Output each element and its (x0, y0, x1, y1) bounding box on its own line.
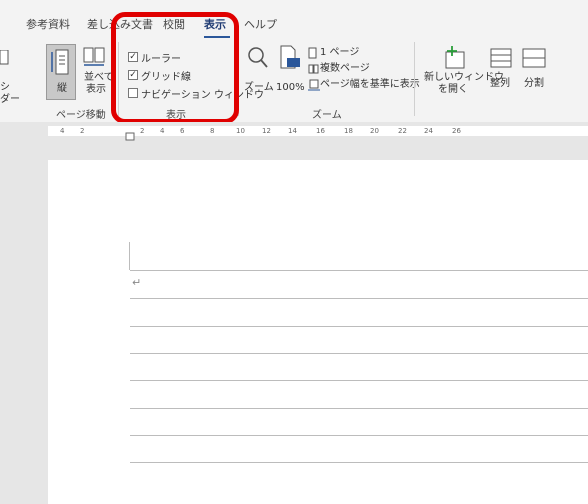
side-by-side-label-1: 並べて (84, 72, 114, 83)
tab-help[interactable]: ヘルプ (244, 16, 277, 32)
highlight-annotation (111, 12, 239, 124)
arrange-button[interactable]: 整列 (488, 44, 514, 100)
page-width-label: ページ幅を基準に表示 (320, 79, 420, 90)
vertical-label: 縦 (57, 83, 67, 94)
zoom-label: ズーム (244, 82, 274, 93)
hundred-percent-button[interactable]: 100% (276, 44, 305, 100)
multi-page-label: 複数ページ (320, 63, 370, 74)
paragraph-mark[interactable]: ↵ (132, 276, 141, 289)
ruler-number: 2 (140, 127, 145, 135)
page-move-group-label: ページ移動 (56, 110, 106, 121)
multi-page-icon (308, 64, 319, 74)
gridline (130, 462, 588, 463)
new-window-label-2: を開く (438, 84, 468, 95)
one-page-icon (308, 47, 317, 59)
gridline (130, 435, 588, 436)
hundred-percent-icon (280, 45, 300, 69)
margin-corner-vertical (129, 242, 130, 270)
ruler-number: 24 (424, 127, 433, 135)
side-by-side-label-2: 表示 (86, 84, 106, 95)
group-separator (414, 42, 415, 116)
arrange-label: 整列 (490, 78, 510, 89)
split-button[interactable]: 分割 (520, 44, 550, 100)
zoom-button[interactable]: ズーム (244, 44, 274, 100)
gridline (130, 326, 588, 327)
ruler-number: 8 (210, 127, 215, 135)
page-width-icon (308, 79, 320, 91)
ruler-number: 12 (262, 127, 271, 135)
ruler-number: 2 (80, 127, 85, 135)
side-by-side-icon (83, 47, 105, 66)
one-page-button[interactable]: 1 ページ (308, 46, 408, 60)
ruler-number: 18 (344, 127, 353, 135)
ribbon: シ ダー 縦 並べて 表示 ページ移動 ✓ ルーラー ✓ グリッド線 ナビゲーシ… (0, 38, 588, 123)
one-page-label: 1 ページ (320, 47, 360, 58)
ruler-number: 4 (60, 127, 65, 135)
ruler-number: 6 (180, 127, 185, 135)
side-by-side-button[interactable]: 並べて 表示 (82, 44, 114, 100)
new-window-button[interactable]: 新しいウィンドウ を開く (424, 44, 504, 100)
gridline (130, 380, 588, 381)
ribbon-tab-bar: 参考資料 差し込み文書 校閲 表示 ヘルプ (0, 0, 588, 39)
cutoff-button[interactable]: シ ダー (0, 44, 20, 105)
ruler-number: 20 (370, 127, 379, 135)
new-window-icon (445, 46, 465, 69)
page-width-button[interactable]: ページ幅を基準に表示 (308, 78, 420, 92)
cutoff-label-1: シ (0, 82, 10, 93)
arrange-icon (490, 48, 512, 68)
margin-line-horizontal (130, 270, 588, 271)
vertical-pages-icon (51, 49, 69, 75)
gridline (130, 298, 588, 299)
cutoff-label-2: ダー (0, 94, 20, 105)
document-page[interactable]: ↵ (48, 160, 588, 504)
zoom-group-label: ズーム (312, 110, 342, 121)
hundred-percent-label: 100% (276, 82, 305, 93)
gridline (130, 408, 588, 409)
vertical-button[interactable]: 縦 (46, 44, 76, 100)
multi-page-button[interactable]: 複数ページ (308, 62, 408, 76)
ruler-number: 22 (398, 127, 407, 135)
ruler-number: 4 (160, 127, 165, 135)
indent-marker-icon[interactable] (125, 132, 135, 142)
page-icon (0, 50, 9, 65)
ruler-number: 16 (316, 127, 325, 135)
ruler-number: 14 (288, 127, 297, 135)
horizontal-ruler[interactable]: 4 2 2 4 6 8 10 12 14 16 18 20 22 24 26 (0, 122, 588, 142)
gridline (130, 353, 588, 354)
tab-references[interactable]: 参考資料 (26, 16, 70, 32)
ruler-number: 26 (452, 127, 461, 135)
split-label: 分割 (524, 78, 544, 89)
magnifier-icon (248, 47, 268, 68)
ruler-number: 10 (236, 127, 245, 135)
split-icon (522, 48, 546, 68)
